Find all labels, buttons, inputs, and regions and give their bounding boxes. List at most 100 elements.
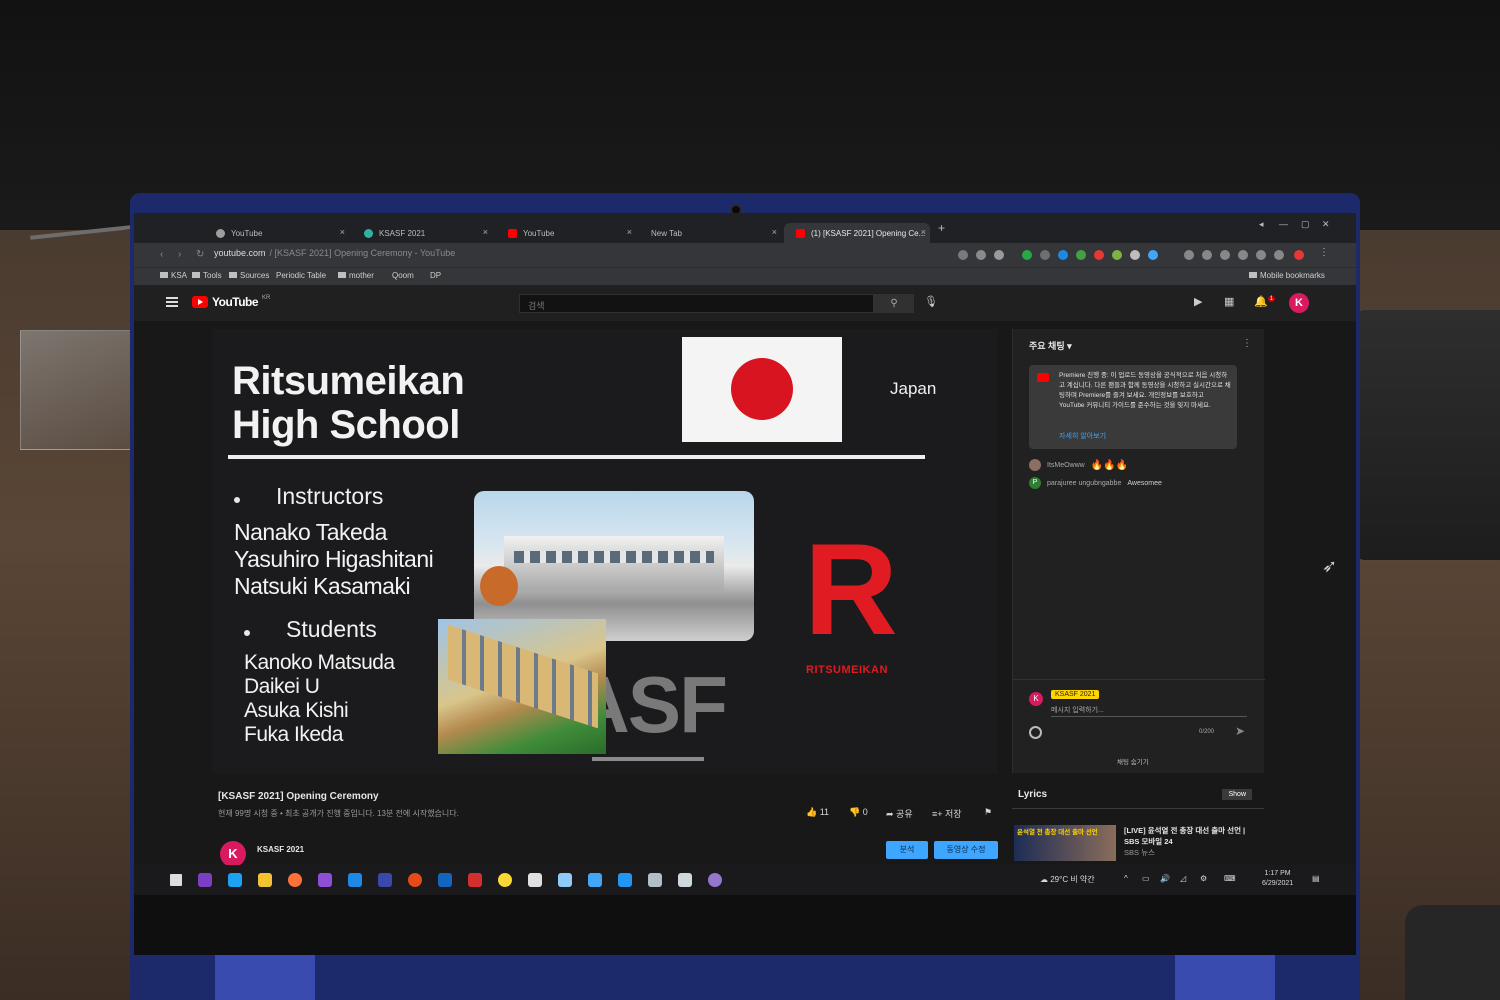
tab-youtube-1[interactable]: YouTube × xyxy=(204,223,349,243)
window-close-icon[interactable]: ✕ xyxy=(1322,219,1330,230)
bookmark-ksa[interactable]: KSA xyxy=(160,271,187,280)
send-icon[interactable]: ➤ xyxy=(1235,724,1245,738)
channel-name[interactable]: KSASF 2021 xyxy=(257,845,304,854)
chat-menu-icon[interactable]: ⋮ xyxy=(1242,338,1252,349)
like-button[interactable]: 👍 11 xyxy=(806,807,829,818)
app-icon[interactable] xyxy=(558,873,572,887)
dislike-button[interactable]: 👎 0 xyxy=(849,807,868,818)
notifications-bell-icon[interactable]: 🔔 1 xyxy=(1254,295,1276,308)
wifi-icon[interactable]: ◿ xyxy=(1180,874,1186,883)
word-icon[interactable] xyxy=(438,873,452,887)
extension-blue-icon[interactable] xyxy=(1058,250,1068,260)
chat-mode-dropdown[interactable]: 주요 채팅 ▾ xyxy=(1029,339,1072,352)
close-icon[interactable]: × xyxy=(627,227,632,237)
reader-icon[interactable] xyxy=(1256,250,1266,260)
bookmark-dp[interactable]: DP xyxy=(430,271,441,280)
extension-icon[interactable] xyxy=(1040,250,1050,260)
notification-center-icon[interactable]: ▤ xyxy=(1312,874,1320,883)
new-tab-plus-icon[interactable]: + xyxy=(938,221,945,235)
reload-icon[interactable]: ↻ xyxy=(196,249,204,260)
vscode-icon[interactable] xyxy=(348,873,362,887)
bookmark-mother[interactable]: mother xyxy=(338,271,374,280)
volume-icon[interactable]: 🔊 xyxy=(1160,874,1170,883)
bookmark-sources[interactable]: Sources xyxy=(229,271,269,280)
bookmark-periodic-table[interactable]: Periodic Table xyxy=(276,271,326,280)
recommended-video[interactable]: 윤석열 전 총장 대선 출마 선언 [LIVE] 윤석열 전 총장 대선 출마 … xyxy=(1012,825,1264,865)
kakaotalk-icon[interactable] xyxy=(498,873,512,887)
channel-avatar[interactable]: K xyxy=(220,841,246,867)
todo-check-icon[interactable] xyxy=(618,873,632,887)
lyrics-show-button[interactable]: Show xyxy=(1222,789,1252,800)
report-flag-icon[interactable]: ⚑ xyxy=(984,807,992,818)
minimize-icon[interactable]: — xyxy=(1279,219,1288,229)
shield-icon[interactable] xyxy=(976,250,986,260)
app-icon[interactable] xyxy=(648,873,662,887)
account-avatar[interactable]: K xyxy=(1289,293,1309,313)
app-icon[interactable] xyxy=(678,873,692,887)
close-icon[interactable]: × xyxy=(483,227,488,237)
hide-chat-button[interactable]: 채팅 숨기기 xyxy=(1117,756,1149,766)
youtube-logo[interactable]: YouTube KR xyxy=(192,295,270,309)
forward-icon[interactable]: › xyxy=(178,249,181,260)
onenote-icon[interactable] xyxy=(198,873,212,887)
app-icon[interactable] xyxy=(708,873,722,887)
maximize-icon[interactable]: ▢ xyxy=(1301,219,1310,230)
google-icon[interactable] xyxy=(958,250,968,260)
tab-ksasf[interactable]: KSASF 2021 × xyxy=(352,223,492,243)
microphone-icon[interactable]: 🎙 xyxy=(924,295,938,308)
file-explorer-icon[interactable] xyxy=(258,873,272,887)
twitter-icon[interactable] xyxy=(228,873,242,887)
extension-icon[interactable] xyxy=(1148,250,1158,260)
video-player[interactable]: Ritsumeikan High School Japan Instructor… xyxy=(212,329,997,774)
extension-green-icon[interactable] xyxy=(1022,250,1032,260)
search-icon[interactable]: ⚲ xyxy=(874,294,914,313)
bookmark-qoom[interactable]: Qoom xyxy=(392,271,414,280)
tray-icon[interactable]: ▭ xyxy=(1142,874,1150,883)
browser-menu-icon[interactable]: ⋮ xyxy=(1319,247,1329,258)
menu-icon[interactable] xyxy=(166,297,178,307)
screenshot-icon[interactable] xyxy=(1238,250,1248,260)
extension-icon[interactable] xyxy=(1076,250,1086,260)
app-icon[interactable] xyxy=(408,873,422,887)
close-icon[interactable]: × xyxy=(921,227,926,237)
back-icon[interactable]: ‹ xyxy=(160,249,163,260)
chat-message-input[interactable]: 메시지 입력하기... xyxy=(1051,705,1104,715)
extension-icon[interactable] xyxy=(1112,250,1122,260)
profile-icon[interactable] xyxy=(1294,250,1304,260)
share-button[interactable]: ➦ 공유 xyxy=(886,807,913,820)
emoji-icon[interactable] xyxy=(1029,726,1042,739)
keyboard-icon[interactable]: ⌨ xyxy=(1224,874,1236,883)
edit-video-button[interactable]: 동영상 수정 xyxy=(934,841,998,859)
url-field[interactable]: youtube.com / [KSASF 2021] Opening Ceremo… xyxy=(214,248,455,258)
system-clock[interactable]: 1:17 PM 6/29/2021 xyxy=(1262,869,1293,889)
weather-widget[interactable]: ☁ 29°C 비 약간 xyxy=(1040,874,1095,885)
create-video-icon[interactable]: ▶ xyxy=(1194,295,1202,308)
bookmark-tools[interactable]: Tools xyxy=(192,271,222,280)
start-windows-icon[interactable] xyxy=(170,874,182,886)
extension-icon[interactable] xyxy=(1130,250,1140,260)
learn-more-link[interactable]: 자세히 알아보기 xyxy=(1059,431,1106,441)
analytics-button[interactable]: 분석 xyxy=(886,841,928,859)
tab-new-tab[interactable]: New Tab × xyxy=(639,223,781,243)
tray-chevron-icon[interactable]: ^ xyxy=(1124,874,1128,883)
tab-search-icon[interactable]: ◂ xyxy=(1259,219,1264,230)
sidebar-icon[interactable] xyxy=(1274,250,1284,260)
firefox-icon[interactable] xyxy=(288,873,302,887)
close-icon[interactable]: × xyxy=(772,227,777,237)
search-input[interactable]: 검색 xyxy=(519,294,874,313)
playlist-icon[interactable] xyxy=(1184,250,1194,260)
star-icon[interactable] xyxy=(994,250,1004,260)
tab-youtube-2[interactable]: YouTube × xyxy=(496,223,636,243)
acrobat-icon[interactable] xyxy=(468,873,482,887)
app-icon[interactable] xyxy=(528,873,542,887)
extension-red-icon[interactable] xyxy=(1094,250,1104,260)
save-button[interactable]: ≡+ 저장 xyxy=(932,807,962,820)
calendar-icon[interactable] xyxy=(588,873,602,887)
tray-icon[interactable]: ⚙ xyxy=(1200,874,1207,883)
download-icon[interactable] xyxy=(1202,250,1212,260)
apps-grid-icon[interactable]: ▦ xyxy=(1224,295,1234,308)
visual-studio-icon[interactable] xyxy=(318,873,332,887)
mobile-bookmarks[interactable]: Mobile bookmarks xyxy=(1249,271,1325,280)
tab-active-opening[interactable]: (1) [KSASF 2021] Opening Ce... × xyxy=(784,223,930,243)
app-icon[interactable] xyxy=(378,873,392,887)
